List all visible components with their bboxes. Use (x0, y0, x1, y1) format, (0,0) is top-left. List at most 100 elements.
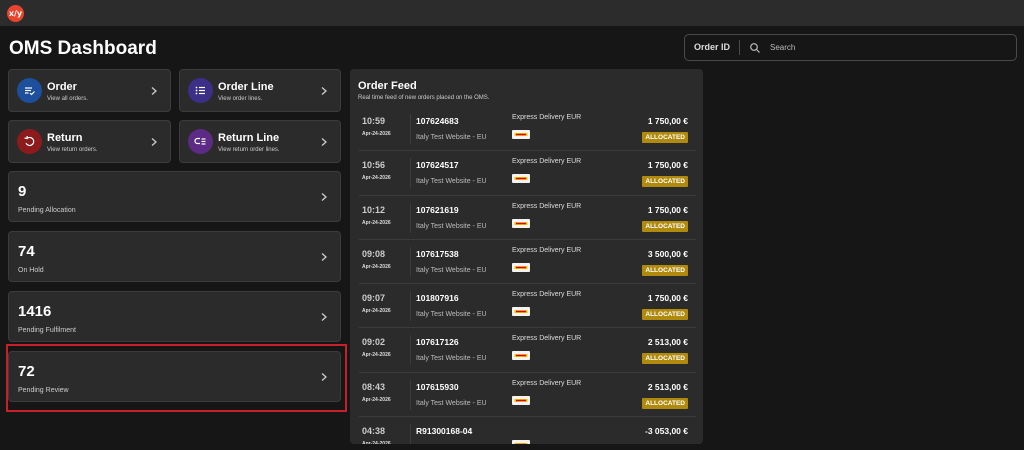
order-list-icon (17, 78, 42, 103)
order-feed-subtitle: Real time feed of new orders placed on t… (358, 95, 490, 101)
carrier-logo-icon (512, 174, 530, 184)
pending-allocation-count: 9 (18, 183, 27, 200)
row-divider (410, 202, 411, 233)
chevron-right-icon (150, 86, 158, 96)
delivery-method: Express Delivery EUR (512, 114, 582, 121)
return-card-subtitle: View return orders. (47, 147, 98, 153)
search-icon (749, 42, 761, 54)
order-id[interactable]: 107615930 (416, 382, 459, 392)
order-date: Apr-24-2026 (362, 396, 391, 403)
on-hold-label: On Hold (18, 267, 44, 274)
order-time: 09:08 (362, 248, 386, 259)
delivery-method: Express Delivery EUR (512, 335, 582, 343)
order-feed-row[interactable]: 09:07 Apr-24-2026 101807916 Italy Test W… (359, 284, 696, 329)
carrier-logo-icon (512, 307, 530, 317)
list-icon (188, 78, 213, 103)
order-site: Italy Test Website - EU (416, 355, 487, 363)
order-amount: -3 053,00 € (644, 426, 688, 437)
row-divider (410, 158, 411, 189)
carrier-logo-icon (512, 262, 530, 272)
order-line-card-title: Order Line (218, 81, 274, 93)
pending-fulfilment-card[interactable]: 1416 Pending Fulfilment (8, 291, 341, 342)
order-feed-list: 10:59 Apr-24-2026 107624683 Italy Test W… (359, 107, 696, 444)
order-feed-row[interactable]: 10:12 Apr-24-2026 107621619 Italy Test W… (359, 196, 696, 240)
row-divider (410, 335, 411, 366)
carrier-logo-icon (512, 130, 530, 139)
order-feed-row[interactable]: 09:08 Apr-24-2026 107617538 Italy Test W… (359, 240, 696, 285)
order-date: Apr-24-2026 (362, 308, 391, 315)
row-divider (410, 246, 411, 277)
delivery-method: Express Delivery EUR (512, 202, 582, 210)
carrier-logo-icon (512, 351, 530, 361)
return-line-card-subtitle: View return order lines. (218, 147, 280, 153)
order-id[interactable]: 101807916 (416, 293, 459, 303)
return-card[interactable]: Return View return orders. (8, 120, 171, 163)
order-id[interactable]: R91300168-04 (416, 426, 472, 436)
order-date: Apr-24-2026 (362, 131, 391, 137)
search-scope-label[interactable]: Order ID (685, 40, 741, 55)
order-time: 09:02 (362, 337, 386, 348)
order-id[interactable]: 107621619 (416, 205, 459, 215)
chevron-right-icon (320, 312, 328, 322)
selection-highlight (6, 344, 347, 412)
order-feed-row[interactable]: 08:43 Apr-24-2026 107615930 Italy Test W… (359, 373, 696, 418)
order-card-subtitle: View all orders. (47, 96, 88, 102)
search-input[interactable] (770, 43, 1001, 52)
status-badge: ALLOCATED (642, 176, 688, 188)
pending-allocation-card[interactable]: 9 Pending Allocation (8, 171, 341, 222)
top-bar: x/y (0, 0, 1024, 26)
status-badge: ALLOCATED (642, 220, 688, 232)
order-amount: 1 750,00 € (647, 160, 688, 171)
return-icon (17, 129, 42, 154)
order-id[interactable]: 107617538 (416, 249, 459, 259)
order-time: 10:12 (362, 204, 386, 215)
order-time: 04:38 (362, 426, 386, 437)
order-date: Apr-24-2026 (362, 352, 391, 359)
row-divider (410, 291, 411, 322)
return-line-card-title: Return Line (218, 132, 280, 144)
order-date: Apr-24-2026 (362, 175, 391, 182)
order-feed-row[interactable]: 10:56 Apr-24-2026 107624517 Italy Test W… (359, 151, 696, 196)
status-badge: ALLOCATED (642, 264, 688, 276)
chevron-right-icon (320, 252, 328, 262)
status-badge: ALLOCATED (642, 353, 688, 365)
order-site: Italy Test Website - EU (416, 266, 487, 274)
order-id[interactable]: 107624517 (416, 160, 459, 170)
order-amount: 2 513,00 € (647, 381, 688, 392)
delivery-method: Express Delivery EUR (512, 246, 582, 254)
pending-fulfilment-count: 1416 (18, 303, 52, 320)
order-site: Italy Test Website - EU (416, 178, 487, 186)
order-line-card[interactable]: Order Line View order lines. (179, 69, 341, 112)
status-badge: ALLOCATED (642, 309, 688, 321)
order-amount: 2 513,00 € (647, 337, 688, 348)
order-feed-row[interactable]: 04:38 Apr-24-2026 R91300168-04 -3 053,00… (359, 417, 696, 444)
page-title: OMS Dashboard (9, 38, 157, 59)
order-date: Apr-24-2026 (362, 441, 391, 444)
chevron-right-icon (320, 86, 328, 96)
on-hold-card[interactable]: 74 On Hold (8, 231, 341, 282)
pending-allocation-label: Pending Allocation (18, 207, 76, 214)
order-feed-row[interactable]: 10:59 Apr-24-2026 107624683 Italy Test W… (359, 107, 696, 152)
return-line-icon (188, 129, 213, 154)
row-divider (410, 114, 411, 144)
carrier-logo-icon (512, 218, 530, 228)
order-id[interactable]: 107617126 (416, 337, 459, 347)
order-search[interactable]: Order ID (684, 34, 1017, 61)
order-site: Italy Test Website - EU (416, 399, 487, 407)
carrier-logo-icon (512, 440, 530, 444)
return-line-card[interactable]: Return Line View return order lines. (179, 120, 341, 163)
order-feed-row[interactable]: 09:02 Apr-24-2026 107617126 Italy Test W… (359, 328, 696, 373)
order-amount: 1 750,00 € (647, 116, 688, 126)
order-feed-title: Order Feed (358, 80, 417, 92)
order-amount: 1 750,00 € (647, 293, 688, 304)
app-logo[interactable]: x/y (7, 5, 24, 22)
order-time: 08:43 (362, 381, 386, 392)
order-time: 09:07 (362, 293, 386, 304)
status-badge: ALLOCATED (642, 132, 688, 143)
row-divider (410, 424, 411, 444)
order-id[interactable]: 107624683 (416, 116, 459, 126)
pending-fulfilment-label: Pending Fulfilment (18, 327, 76, 334)
chevron-right-icon (150, 137, 158, 147)
order-card[interactable]: Order View all orders. (8, 69, 171, 112)
delivery-method: Express Delivery EUR (512, 158, 582, 166)
